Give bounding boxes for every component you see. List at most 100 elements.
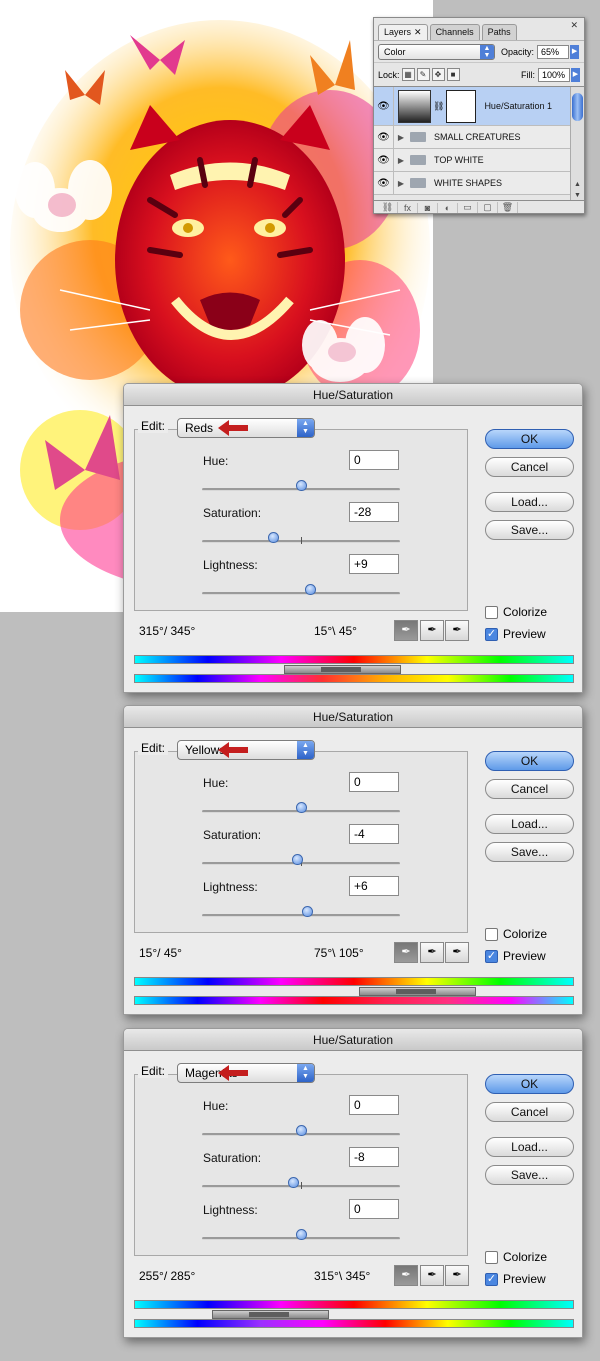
eyedropper-minus-icon[interactable]: ✒ (445, 620, 469, 641)
hue-spectrum-bar-top (134, 1300, 574, 1309)
layer-row-white-shapes[interactable]: 👁 ▶ WHITE SHAPES (374, 172, 570, 195)
color-range-selector[interactable] (212, 1310, 329, 1319)
colorize-checkbox[interactable] (485, 928, 498, 941)
tab-channels[interactable]: Channels (429, 24, 480, 40)
opacity-field[interactable]: 65% (537, 44, 570, 59)
saturation-field[interactable]: -4 (349, 824, 399, 844)
eyedropper-plus-icon[interactable]: ✒ (420, 1265, 444, 1286)
save-button[interactable]: Save... (485, 520, 574, 540)
ok-button[interactable]: OK (485, 429, 574, 449)
trash-icon[interactable]: 🗑 (498, 202, 518, 213)
lightness-slider[interactable] (202, 906, 400, 917)
load-button[interactable]: Load... (485, 492, 574, 512)
opacity-popup-icon[interactable]: ▶ (570, 44, 580, 59)
hue-field[interactable]: 0 (349, 450, 399, 470)
hue-slider-thumb[interactable] (296, 802, 307, 813)
eyedropper-icon[interactable]: ✒ (394, 620, 418, 641)
layers-bottom-bar: ⛓ fx ◙ ◐ ▭ ▢ 🗑 (374, 200, 584, 214)
preview-checkbox[interactable]: ✓ (485, 628, 498, 641)
layer-row-top-white[interactable]: 👁 ▶ TOP WHITE (374, 149, 570, 172)
ok-button[interactable]: OK (485, 1074, 574, 1094)
preview-checkbox[interactable]: ✓ (485, 1273, 498, 1286)
color-range-selector[interactable] (284, 665, 401, 674)
eyedropper-plus-icon[interactable]: ✒ (420, 620, 444, 641)
adjustment-icon[interactable]: ◐ (438, 202, 458, 213)
eyedropper-minus-icon[interactable]: ✒ (445, 942, 469, 963)
load-button[interactable]: Load... (485, 814, 574, 834)
fill-field[interactable]: 100% (538, 67, 570, 82)
eyedropper-icon[interactable]: ✒ (394, 942, 418, 963)
lightness-slider[interactable] (202, 1229, 400, 1240)
folder-icon (410, 132, 426, 142)
lightness-field[interactable]: +9 (349, 554, 399, 574)
eye-icon[interactable]: 👁 (374, 149, 394, 171)
saturation-slider[interactable] (202, 1177, 400, 1189)
lock-paint-icon[interactable]: ✎ (416, 68, 430, 81)
layer-row-small-creatures[interactable]: 👁 ▶ SMALL CREATURES (374, 126, 570, 149)
eye-icon[interactable]: 👁 (374, 126, 394, 148)
hue-field[interactable]: 0 (349, 772, 399, 792)
hue-slider[interactable] (202, 1125, 400, 1136)
color-range-core (396, 989, 436, 994)
color-range-selector[interactable] (359, 987, 476, 996)
layer-row-hue-saturation[interactable]: 👁 ⛓ Hue/Saturation 1 (374, 87, 570, 126)
lock-all-icon[interactable]: ■ (446, 68, 460, 81)
chain-link-icon[interactable]: ⛓ (433, 101, 444, 112)
saturation-slider-thumb[interactable] (288, 1177, 300, 1188)
scroll-up-icon[interactable]: ▲ (571, 181, 584, 188)
blend-mode-select[interactable]: Color ▲ ▼ (378, 43, 495, 60)
save-button[interactable]: Save... (485, 842, 574, 862)
tab-layers[interactable]: Layers ✕ (378, 24, 428, 40)
eyedropper-plus-icon[interactable]: ✒ (420, 942, 444, 963)
cancel-button[interactable]: Cancel (485, 1102, 574, 1122)
scroll-down-icon[interactable]: ▼ (571, 192, 584, 199)
ok-button[interactable]: OK (485, 751, 574, 771)
lightness-slider[interactable] (202, 584, 400, 595)
eye-icon[interactable]: 👁 (374, 172, 394, 194)
fill-popup-icon[interactable]: ▶ (571, 67, 580, 82)
folder-icon[interactable]: ▭ (458, 202, 478, 213)
mask-icon[interactable]: ◙ (418, 202, 438, 213)
hue-field[interactable]: 0 (349, 1095, 399, 1115)
colorize-checkbox[interactable] (485, 1251, 498, 1264)
save-button[interactable]: Save... (485, 1165, 574, 1185)
eyedropper-icon[interactable]: ✒ (394, 1265, 418, 1286)
lightness-field[interactable]: +6 (349, 876, 399, 896)
lock-transparent-icon[interactable]: ▦ (401, 68, 415, 81)
scroll-knob[interactable] (572, 93, 583, 121)
fx-icon[interactable]: fx (398, 202, 418, 213)
lightness-slider-thumb[interactable] (304, 584, 316, 595)
preview-checkbox[interactable]: ✓ (485, 950, 498, 963)
saturation-field[interactable]: -8 (349, 1147, 399, 1167)
expand-triangle-icon[interactable]: ▶ (394, 133, 408, 142)
mask-thumbnail[interactable] (446, 89, 477, 123)
colorize-checkbox[interactable] (485, 606, 498, 619)
close-tab-icon[interactable]: ✕ (414, 27, 422, 37)
load-button[interactable]: Load... (485, 1137, 574, 1157)
panel-close-icon[interactable]: ✕ (570, 20, 578, 31)
layers-scrollbar[interactable]: ▲ ▼ (570, 87, 584, 200)
lightness-field[interactable]: 0 (349, 1199, 399, 1219)
hue-slider[interactable] (202, 802, 400, 813)
link-icon[interactable]: ⛓ (378, 202, 398, 213)
lock-move-icon[interactable]: ✥ (431, 68, 445, 81)
saturation-slider[interactable] (202, 854, 400, 866)
new-layer-icon[interactable]: ▢ (478, 202, 498, 213)
hue-slider-thumb[interactable] (296, 480, 307, 491)
cancel-button[interactable]: Cancel (485, 779, 574, 799)
eye-icon[interactable]: 👁 (374, 87, 394, 125)
expand-triangle-icon[interactable]: ▶ (394, 156, 408, 165)
hue-slider-thumb[interactable] (296, 1125, 307, 1136)
lightness-slider-thumb[interactable] (296, 1229, 307, 1240)
saturation-field[interactable]: -28 (349, 502, 399, 522)
expand-triangle-icon[interactable]: ▶ (394, 179, 408, 188)
saturation-slider-thumb[interactable] (292, 854, 304, 865)
adjustment-thumbnail (398, 89, 431, 123)
lightness-slider-thumb[interactable] (301, 906, 313, 917)
eyedropper-minus-icon[interactable]: ✒ (445, 1265, 469, 1286)
tab-paths[interactable]: Paths (481, 24, 517, 40)
saturation-slider[interactable] (202, 532, 400, 544)
saturation-slider-thumb[interactable] (268, 532, 280, 543)
cancel-button[interactable]: Cancel (485, 457, 574, 477)
hue-slider[interactable] (202, 480, 400, 491)
